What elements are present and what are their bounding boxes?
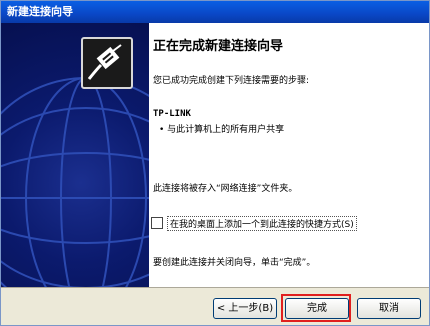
finish-button[interactable]: 完成 (285, 298, 349, 319)
network-plug-icon (81, 37, 133, 89)
wizard-side-panel (1, 23, 149, 287)
desktop-shortcut-checkbox[interactable] (151, 217, 163, 229)
cancel-button[interactable]: 取消 (357, 298, 421, 319)
new-connection-wizard-window: 新建连接向导 正在完成新建连接向导 您已成功完成创建下列连接需要的步骤: TP-… (0, 0, 430, 326)
finish-instruction: 要创建此连接并关闭向导，单击“完成”。 (153, 258, 316, 268)
back-button[interactable]: < 上一步(B) (213, 298, 277, 319)
button-bar: < 上一步(B) 完成 取消 (1, 287, 429, 325)
wizard-heading: 正在完成新建连接向导 (153, 39, 284, 54)
saved-folder-note: 此连接将被存入“网络连接”文件夹。 (153, 184, 298, 194)
connection-name: TP-LINK (153, 109, 191, 119)
sharing-bullet: • 与此计算机上的所有用户共享 (159, 125, 285, 135)
wizard-content: 正在完成新建连接向导 您已成功完成创建下列连接需要的步骤: TP-LINK • … (149, 23, 429, 287)
intro-text: 您已成功完成创建下列连接需要的步骤: (153, 76, 310, 86)
desktop-shortcut-label[interactable]: 在我的桌面上添加一个到此连接的快捷方式(S) (167, 216, 357, 231)
window-title: 新建连接向导 (1, 1, 429, 23)
